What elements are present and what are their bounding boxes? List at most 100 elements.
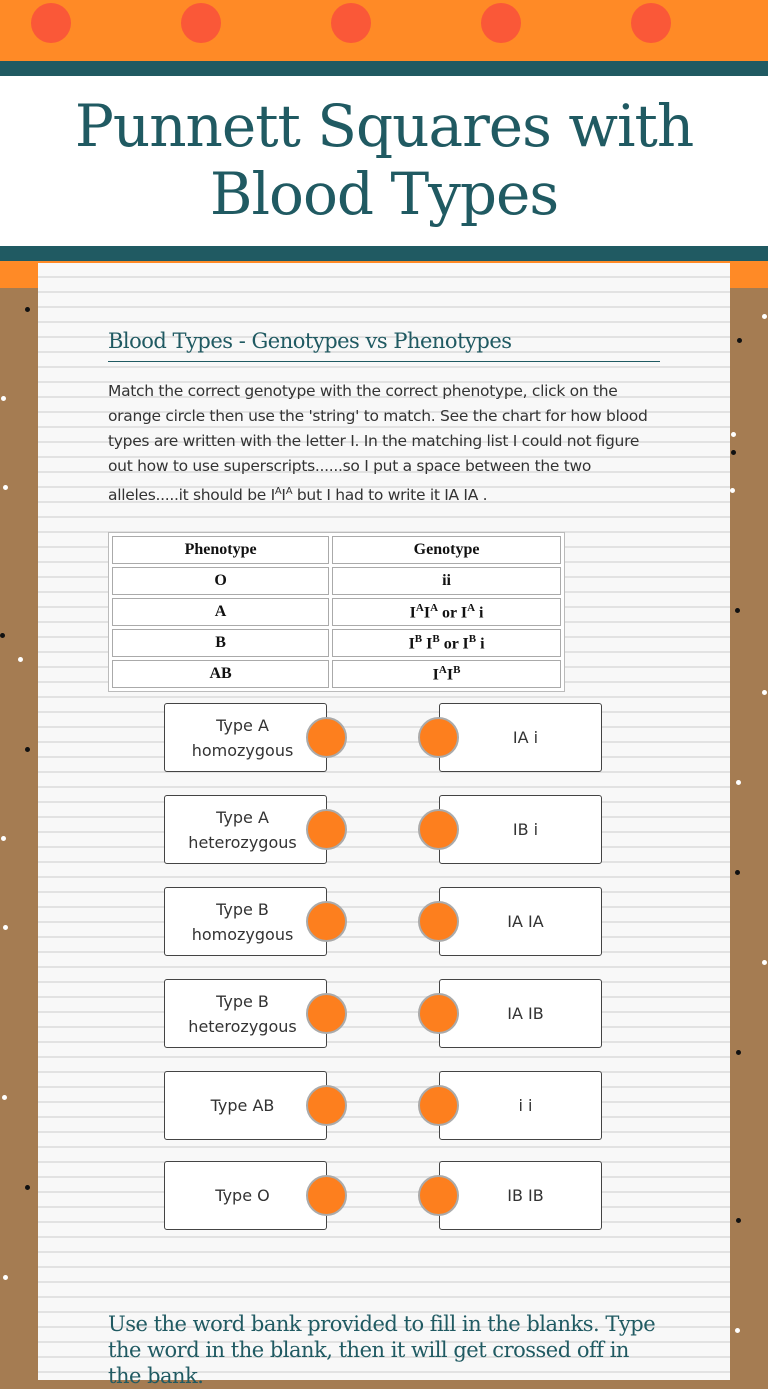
phenotype-label-line: heterozygous — [188, 1016, 297, 1036]
table-header-row: Phenotype Genotype — [112, 536, 561, 564]
page-title: Punnett Squares with Blood Types — [74, 92, 694, 228]
phenotype-label: Type B heterozygous — [188, 989, 296, 1039]
cork-dot — [762, 314, 767, 319]
cork-dot — [18, 657, 23, 662]
phenotype-label: Type AB — [211, 1093, 275, 1118]
section-heading: Blood Types - Genotypes vs Phenotypes — [108, 329, 660, 362]
genotype-label: i i — [518, 1096, 533, 1115]
table-row: O ii — [112, 567, 561, 595]
paper-card: Blood Types - Genotypes vs Phenotypes Ma… — [38, 263, 730, 1388]
match-connector-handle[interactable] — [418, 1175, 459, 1216]
decorative-dot — [481, 3, 521, 43]
match-connector-handle[interactable] — [306, 901, 347, 942]
match-connector-handle[interactable] — [306, 1175, 347, 1216]
genotype-label: IA IA — [507, 912, 544, 931]
genotype-match-item[interactable]: IA i — [439, 703, 602, 772]
match-connector-handle[interactable] — [418, 809, 459, 850]
phenotype-label-line: Type AB — [210, 1096, 275, 1115]
match-connector-handle[interactable] — [306, 809, 347, 850]
phenotype-match-item[interactable]: Type AB — [164, 1071, 327, 1140]
cork-dot — [735, 1328, 740, 1333]
phenotype-label: Type A homozygous — [192, 713, 294, 763]
word-bank-instructions: Use the word bank provided to fill in th… — [108, 1312, 656, 1388]
phenotype-cell: AB — [112, 660, 330, 688]
match-connector-handle[interactable] — [418, 717, 459, 758]
cork-dot — [1, 396, 6, 401]
genotype-match-item[interactable]: i i — [439, 1071, 602, 1140]
cork-dot — [735, 608, 740, 613]
phenotype-label-line: Type A — [216, 807, 269, 827]
phenotype-label-line: homozygous — [191, 924, 294, 944]
cork-dot — [736, 1050, 741, 1055]
phenotype-label-line: heterozygous — [188, 832, 297, 852]
phenotype-label-line: Type B — [216, 899, 269, 919]
cork-dot — [736, 780, 741, 785]
matching-instructions: Match the correct genotype with the corr… — [108, 379, 663, 508]
table-header: Phenotype — [112, 536, 330, 564]
phenotype-cell: A — [112, 598, 330, 626]
phenotype-label: Type A heterozygous — [188, 805, 296, 855]
phenotype-match-item[interactable]: Type B heterozygous — [164, 979, 327, 1048]
match-connector-handle[interactable] — [418, 901, 459, 942]
table-row: AB IAIB — [112, 660, 561, 688]
table-row: A IAIA or IA i — [112, 598, 561, 626]
genotype-label: IA IB — [507, 1004, 544, 1023]
phenotype-cell: O — [112, 567, 330, 595]
match-connector-handle[interactable] — [418, 993, 459, 1034]
decorative-dot — [181, 3, 221, 43]
header-orange-band — [0, 0, 768, 61]
genotype-cell: ii — [332, 567, 561, 595]
genotype-match-item[interactable]: IA IA — [439, 887, 602, 956]
genotype-label: IB i — [512, 820, 539, 839]
phenotype-match-item[interactable]: Type O — [164, 1161, 327, 1230]
genotype-match-item[interactable]: IB i — [439, 795, 602, 864]
blood-type-table: Phenotype Genotype O ii A IAIA or IA i B… — [108, 532, 565, 692]
phenotype-label-line: homozygous — [191, 740, 294, 760]
phenotype-match-item[interactable]: Type A heterozygous — [164, 795, 327, 864]
cork-dot — [2, 1095, 7, 1100]
title-area: Punnett Squares with Blood Types — [0, 76, 768, 246]
genotype-match-item[interactable]: IA IB — [439, 979, 602, 1048]
genotype-cell: IB IB or IB i — [332, 629, 561, 657]
phenotype-label-line: Type A — [216, 715, 269, 735]
match-connector-handle[interactable] — [418, 1085, 459, 1126]
cork-dot — [3, 1275, 8, 1280]
cork-dot — [737, 338, 742, 343]
genotype-label: IB IB — [507, 1186, 544, 1205]
match-connector-handle[interactable] — [306, 717, 347, 758]
phenotype-cell: B — [112, 629, 330, 657]
decorative-dot — [631, 3, 671, 43]
phenotype-label-line: Type B — [216, 991, 269, 1011]
genotype-label: IA i — [512, 728, 539, 747]
phenotype-label-line: Type O — [215, 1186, 270, 1205]
cork-dot — [735, 870, 740, 875]
match-connector-handle[interactable] — [306, 993, 347, 1034]
cork-dot — [731, 450, 736, 455]
cork-dot — [25, 307, 30, 312]
table-row: B IB IB or IB i — [112, 629, 561, 657]
decorative-dot — [31, 3, 71, 43]
cork-dot — [762, 960, 767, 965]
phenotype-label: Type O — [215, 1183, 269, 1208]
cork-dot — [0, 633, 5, 638]
cork-dot — [25, 1185, 30, 1190]
decorative-dot — [331, 3, 371, 43]
genotype-match-item[interactable]: IB IB — [439, 1161, 602, 1230]
phenotype-label: Type B homozygous — [192, 897, 294, 947]
phenotype-match-item[interactable]: Type A homozygous — [164, 703, 327, 772]
instructions-text: but I had to write it IA IA . — [292, 486, 488, 505]
cork-dot — [3, 485, 8, 490]
header-teal-band — [0, 61, 768, 76]
cork-dot — [25, 747, 30, 752]
cork-dot — [731, 432, 736, 437]
genotype-cell: IAIB — [332, 660, 561, 688]
genotype-cell: IAIA or IA i — [332, 598, 561, 626]
phenotype-match-item[interactable]: Type B homozygous — [164, 887, 327, 956]
match-connector-handle[interactable] — [306, 1085, 347, 1126]
cork-dot — [1, 836, 6, 841]
cork-dot — [736, 1218, 741, 1223]
title-teal-band — [0, 246, 768, 261]
table-header: Genotype — [332, 536, 561, 564]
cork-dot — [730, 488, 735, 493]
cork-dot — [3, 925, 8, 930]
